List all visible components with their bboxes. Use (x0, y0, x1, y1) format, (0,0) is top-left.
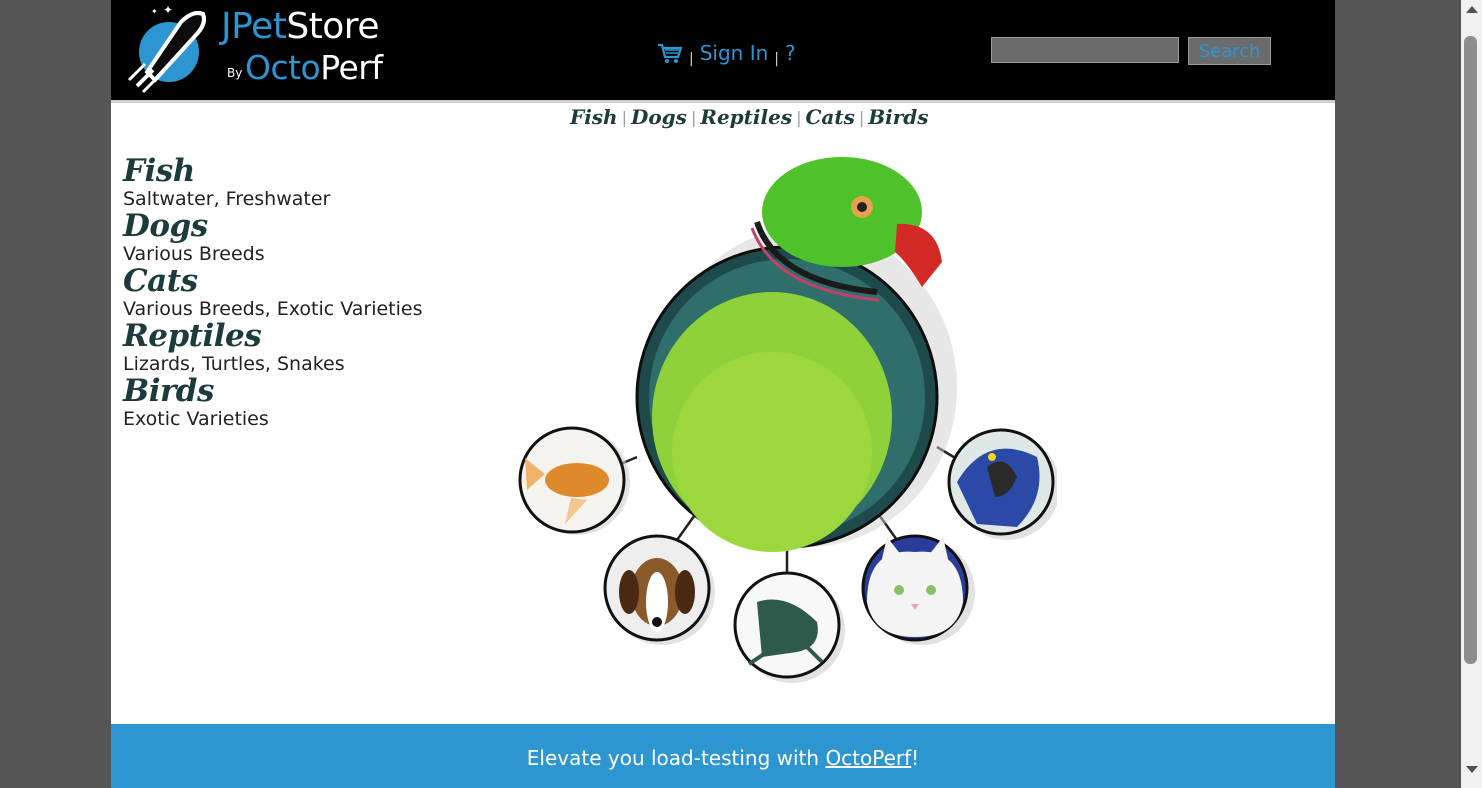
help-link[interactable]: ? (785, 41, 796, 65)
logo-perf: Perf (320, 48, 383, 87)
logo-octo: Octo (245, 48, 321, 87)
category-desc-birds: Exotic Varieties (123, 408, 269, 430)
quicklink-cats[interactable]: Cats (805, 105, 854, 129)
cat-hotspot[interactable] (861, 534, 975, 645)
quicklink-separator: | (858, 107, 865, 127)
logo-title: JPetStore (221, 6, 379, 47)
category-desc-cats: Various Breeds, Exotic Varieties (123, 298, 423, 320)
category-title-dogs[interactable]: Dogs (123, 210, 483, 243)
dog-hotspot[interactable] (603, 534, 715, 645)
category-desc-dogs: Various Breeds (123, 243, 265, 265)
main-image-map (518, 157, 1057, 683)
quicklink-fish[interactable]: Fish (570, 105, 618, 129)
search-input[interactable] (991, 37, 1179, 63)
bird-hotspot[interactable] (947, 428, 1057, 540)
scroll-thumb[interactable] (1464, 36, 1477, 664)
fish-hotspot[interactable] (518, 426, 630, 535)
page: ✦ ✦ JPetStore By OctoPerf | Sign In | ? … (111, 0, 1335, 788)
parrot-hotspot[interactable] (635, 157, 957, 552)
svg-text:✦: ✦ (151, 7, 158, 16)
reptile-hotspot[interactable] (733, 571, 845, 683)
footer: Elevate you load-testing with OctoPerf! (111, 724, 1335, 788)
menu: | Sign In | ? (657, 38, 796, 68)
cart-icon[interactable] (657, 42, 683, 64)
sidebar: Fish Saltwater, Freshwater Dogs Various … (123, 155, 483, 431)
category-title-birds[interactable]: Birds (123, 375, 483, 408)
category-title-cats[interactable]: Cats (123, 265, 483, 298)
quicklink-birds[interactable]: Birds (868, 105, 928, 129)
logo[interactable]: ✦ ✦ JPetStore By OctoPerf (123, 0, 423, 100)
sidebar-item-birds: Birds Exotic Varieties (123, 375, 483, 431)
logo-jpet: JPet (221, 6, 287, 47)
quicklinks: Fish | Dogs | Reptiles | Cats | Birds (570, 104, 929, 130)
search-button[interactable]: Search (1188, 37, 1271, 65)
quicklink-separator: | (621, 107, 627, 127)
menu-separator: | (689, 51, 694, 67)
sign-in-link[interactable]: Sign In (700, 41, 769, 65)
header: ✦ ✦ JPetStore By OctoPerf | Sign In | ? … (111, 0, 1335, 103)
category-title-fish[interactable]: Fish (123, 155, 483, 188)
quicklink-separator: | (690, 107, 697, 127)
scroll-down-arrow-icon[interactable] (1466, 766, 1478, 773)
category-desc-fish: Saltwater, Freshwater (123, 188, 331, 210)
quicklink-dogs[interactable]: Dogs (631, 105, 687, 129)
footer-suffix: ! (911, 746, 920, 770)
scroll-up-arrow-icon[interactable] (1466, 6, 1478, 13)
logo-store: Store (286, 6, 379, 47)
svg-text:✦: ✦ (163, 3, 173, 17)
logo-octoperf: OctoPerf (245, 48, 383, 87)
menu-separator: | (774, 51, 779, 67)
logo-by: By (227, 66, 243, 80)
quicklink-reptiles[interactable]: Reptiles (700, 105, 792, 129)
sidebar-item-cats: Cats Various Breeds, Exotic Varieties (123, 265, 483, 321)
quicklink-separator: | (796, 107, 802, 127)
sidebar-item-dogs: Dogs Various Breeds (123, 210, 483, 266)
category-desc-reptiles: Lizards, Turtles, Snakes (123, 353, 345, 375)
rocket-logo-icon: ✦ ✦ (127, 3, 206, 94)
sidebar-item-fish: Fish Saltwater, Freshwater (123, 155, 483, 211)
octoperf-link[interactable]: OctoPerf (825, 746, 911, 770)
category-title-reptiles[interactable]: Reptiles (123, 320, 483, 353)
sidebar-item-reptiles: Reptiles Lizards, Turtles, Snakes (123, 320, 483, 376)
footer-text: Elevate you load-testing with (526, 746, 826, 770)
scrollbar[interactable] (1461, 0, 1482, 788)
